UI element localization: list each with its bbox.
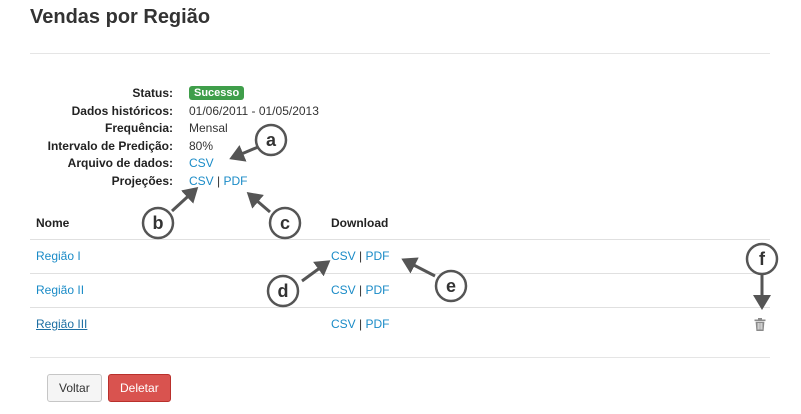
row-csv-link[interactable]: CSV: [331, 249, 356, 263]
historical-label: Dados históricos:: [71, 103, 173, 118]
separator: |: [359, 249, 363, 263]
row-pdf-link[interactable]: PDF: [366, 283, 390, 297]
region-link[interactable]: Região I: [36, 249, 81, 263]
frequency-value: Mensal: [189, 121, 228, 135]
projections-csv-link[interactable]: CSV: [189, 174, 214, 188]
trash-icon[interactable]: [754, 318, 766, 331]
regions-table: Nome Download Região I CSV | PDF Região …: [30, 205, 770, 341]
datafile-label: Arquivo de dados:: [67, 156, 173, 170]
historical-value: 01/06/2011 - 01/05/2013: [189, 103, 319, 118]
region-link[interactable]: Região II: [36, 283, 84, 297]
interval-value: 80%: [189, 138, 214, 153]
row-csv-link[interactable]: CSV: [331, 283, 356, 297]
frequency-row: Frequência: Mensal: [30, 120, 319, 138]
interval-row: Intervalo de Predição: 80%: [30, 138, 319, 156]
delete-button[interactable]: Deletar: [108, 374, 171, 402]
interval-label: Intervalo de Predição:: [47, 138, 173, 153]
table-row: Região III CSV | PDF: [30, 308, 770, 341]
datafile-csv-link[interactable]: CSV: [189, 156, 214, 170]
bottom-divider: [30, 357, 770, 358]
status-badge: Sucesso: [189, 86, 245, 100]
historical-row: Dados históricos: 01/06/2011 - 01/05/201…: [30, 103, 319, 121]
column-header-name: Nome: [36, 216, 70, 230]
row-pdf-link[interactable]: PDF: [366, 317, 390, 331]
separator: |: [359, 317, 363, 331]
column-header-download: Download: [331, 216, 389, 230]
row-pdf-link[interactable]: PDF: [366, 249, 390, 263]
status-row: Status: Sucesso: [30, 85, 319, 103]
page-title: Vendas por Região: [30, 6, 211, 28]
projections-row: Projeções: CSV | PDF: [30, 173, 319, 191]
table-header: Nome Download: [30, 205, 770, 240]
row-csv-link[interactable]: CSV: [331, 317, 356, 331]
datafile-row: Arquivo de dados: CSV: [30, 155, 319, 173]
projections-label: Projeções:: [111, 173, 173, 188]
separator: |: [217, 173, 221, 188]
separator: |: [359, 283, 363, 297]
table-row: Região I CSV | PDF: [30, 240, 770, 274]
status-label: Status:: [132, 86, 173, 100]
frequency-label: Frequência:: [104, 121, 173, 135]
region-link[interactable]: Região III: [36, 317, 87, 331]
back-button[interactable]: Voltar: [47, 374, 102, 402]
table-row: Região II CSV | PDF: [30, 274, 770, 308]
projections-pdf-link[interactable]: PDF: [224, 174, 248, 188]
top-divider: [30, 53, 770, 54]
details-panel: Status: Sucesso Dados históricos: 01/06/…: [30, 85, 319, 190]
